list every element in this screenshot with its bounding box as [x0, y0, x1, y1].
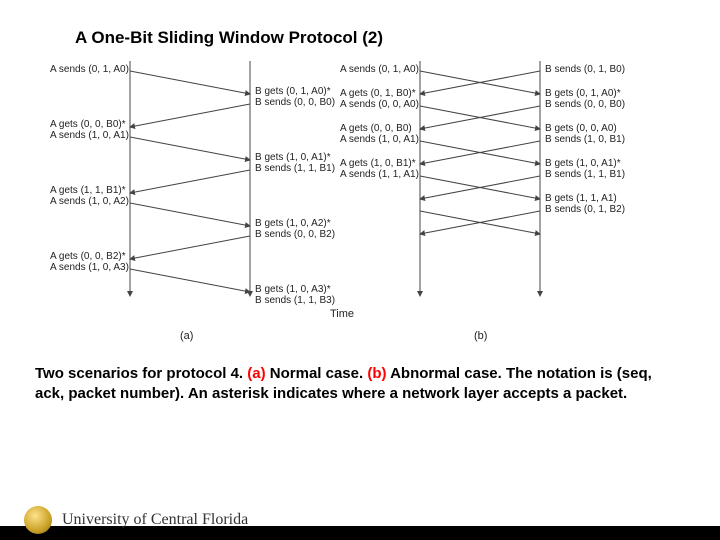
caption: Two scenarios for protocol 4. (a) Normal… [35, 364, 685, 405]
a-r3a: B gets (1, 0, A2)* [255, 218, 331, 230]
a-r1a: B gets (0, 1, A0)* [255, 86, 331, 98]
university-name: University of Central Florida [62, 511, 248, 529]
a-r1b: B sends (0, 0, B0) [255, 97, 335, 109]
b-r5b: B sends (0, 1, B2) [545, 204, 625, 216]
a-l3b: A sends (1, 0, A2) [50, 196, 129, 208]
b-r3b: B sends (1, 0, B1) [545, 134, 625, 146]
panel-a-label: (a) [180, 330, 193, 343]
a-r4b: B sends (1, 1, B3) [255, 295, 335, 307]
panel-b-label: (b) [474, 330, 487, 343]
a-l3a: A gets (1, 1, B1)* [50, 185, 126, 197]
a-l2b: A sends (1, 0, A1) [50, 130, 129, 142]
b-l4b: A sends (1, 1, A1) [340, 169, 419, 181]
a-l4a: A gets (0, 0, B2)* [50, 251, 126, 263]
b-r4b: B sends (1, 1, B1) [545, 169, 625, 181]
time-label: Time [330, 308, 354, 321]
b-r1: B sends (0, 1, B0) [545, 64, 625, 76]
b-r4a: B gets (1, 0, A1)* [545, 158, 621, 170]
footer: University of Central Florida [0, 500, 720, 540]
a-l1: A sends (0, 1, A0) [50, 64, 129, 76]
b-l2b: A sends (0, 0, A0) [340, 99, 419, 111]
b-l3a: A gets (0, 0, B0) [340, 123, 412, 135]
a-l4b: A sends (1, 0, A3) [50, 262, 129, 274]
a-l2a: A gets (0, 0, B0)* [50, 119, 126, 131]
a-r3b: B sends (0, 0, B2) [255, 229, 335, 241]
b-r5a: B gets (1, 1, A1) [545, 193, 617, 205]
b-l4a: A gets (1, 0, B1)* [340, 158, 416, 170]
protocol-figure: A sends (0, 1, A0) B gets (0, 1, A0)* B … [50, 56, 690, 346]
caption-lead: Two scenarios for protocol 4. [35, 365, 247, 382]
caption-a: (a) [247, 365, 265, 382]
caption-b: (b) [367, 365, 386, 382]
b-l3b: A sends (1, 0, A1) [340, 134, 419, 146]
b-r3a: B gets (0, 0, A0) [545, 123, 617, 135]
a-r2b: B sends (1, 1, B1) [255, 163, 335, 175]
b-l2a: A gets (0, 1, B0)* [340, 88, 416, 100]
caption-a-text: Normal case. [266, 365, 368, 382]
ucf-seal-icon [24, 506, 52, 534]
slide-title: A One-Bit Sliding Window Protocol (2) [75, 28, 700, 48]
b-l1: A sends (0, 1, A0) [340, 64, 419, 76]
a-r2a: B gets (1, 0, A1)* [255, 152, 331, 164]
a-r4a: B gets (1, 0, A3)* [255, 284, 331, 296]
b-r2b: B sends (0, 0, B0) [545, 99, 625, 111]
slide: A One-Bit Sliding Window Protocol (2) [0, 0, 720, 540]
b-r2a: B gets (0, 1, A0)* [545, 88, 621, 100]
